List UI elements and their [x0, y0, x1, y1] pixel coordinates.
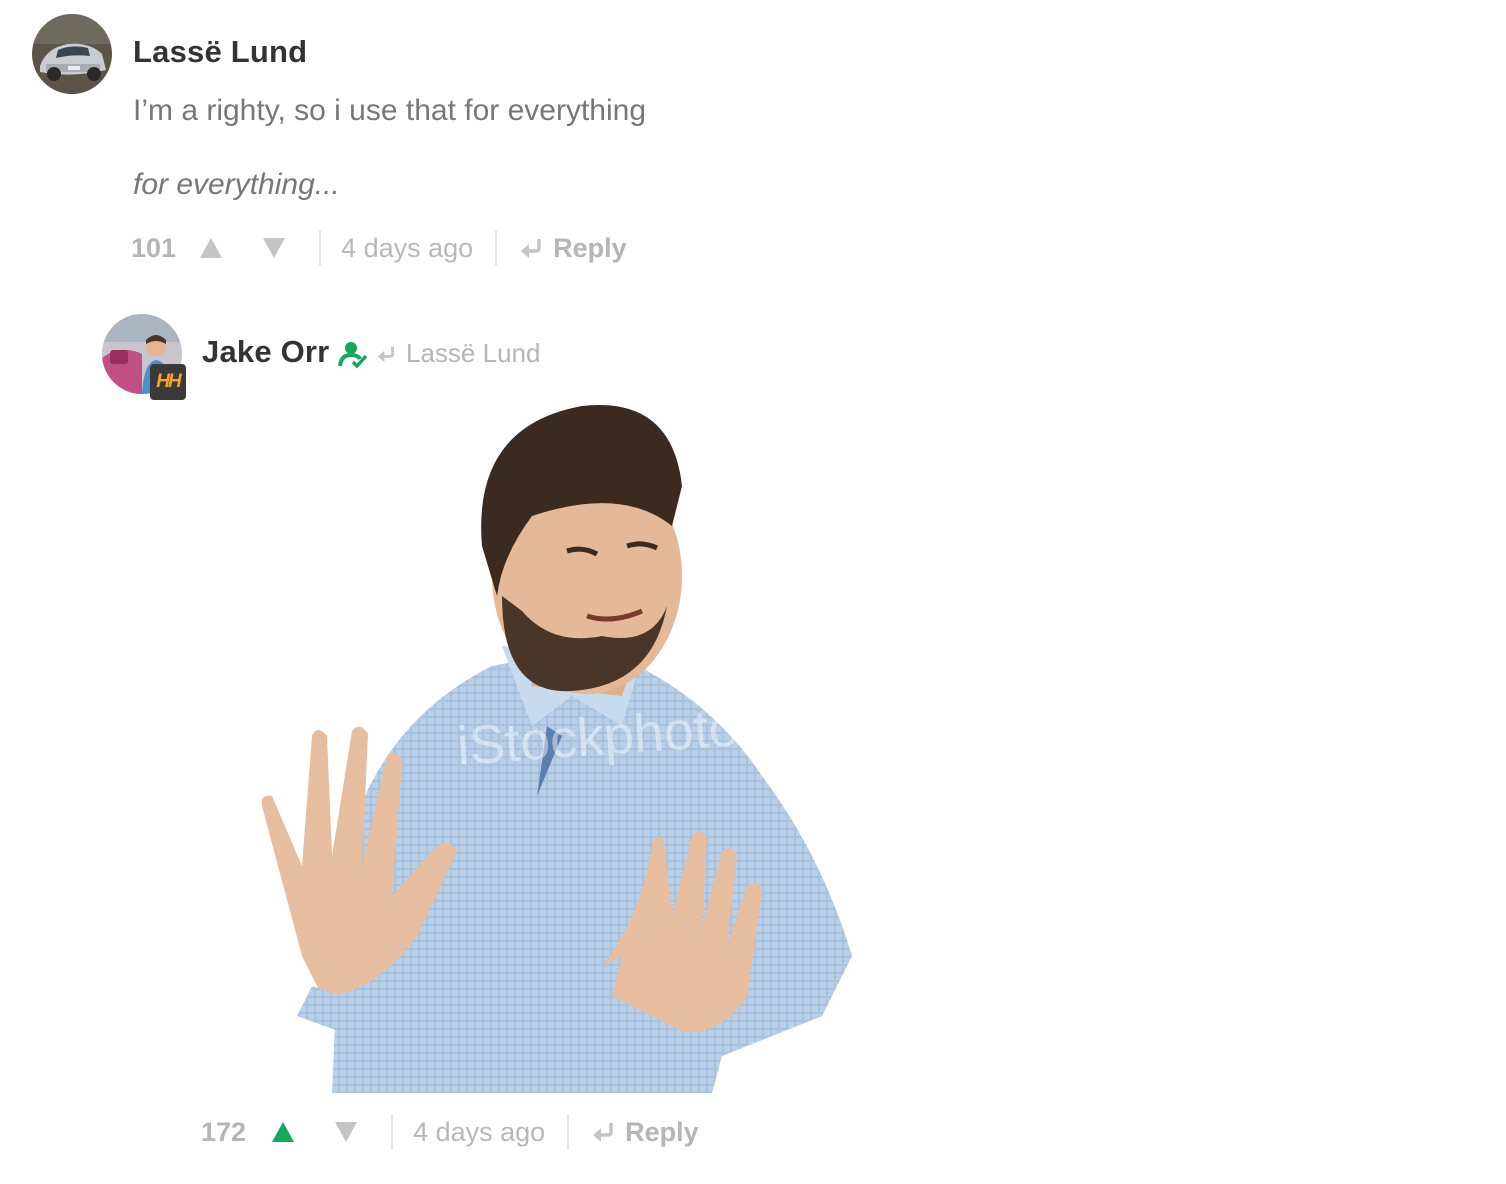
comment-image[interactable]: iStockphoto: [202, 396, 902, 1096]
reply-button[interactable]: Reply: [519, 233, 627, 264]
badge-hh-icon: HH: [150, 364, 186, 400]
upvote-icon: [272, 1122, 295, 1142]
reply-to-name: Lassë Lund: [406, 338, 541, 368]
upvote-button[interactable]: [196, 228, 226, 268]
reply-arrow-icon: [521, 239, 541, 258]
downvote-button[interactable]: [259, 228, 289, 268]
verified-user-icon: [338, 342, 368, 369]
timestamp[interactable]: 4 days ago: [413, 1117, 545, 1148]
meta-divider: [495, 230, 498, 266]
reply-label: Reply: [625, 1116, 699, 1147]
reply-arrow-icon: [593, 1123, 613, 1142]
reply-arrow-icon: [377, 346, 394, 362]
reply-button[interactable]: Reply: [591, 1117, 699, 1148]
badge-text: HH: [156, 371, 181, 392]
meta-divider: [319, 230, 322, 266]
stock-photo-man-image: iStockphoto: [261, 405, 852, 1093]
author-name[interactable]: Jake Orr: [202, 334, 329, 370]
downvote-button[interactable]: [331, 1112, 361, 1152]
comment-meta: 172 4 days ago Reply: [201, 1112, 699, 1152]
upvote-button[interactable]: [268, 1112, 298, 1152]
meta-divider: [391, 1114, 394, 1150]
reply-to[interactable]: Lassë Lund: [376, 338, 540, 369]
downvote-icon: [335, 1122, 358, 1142]
comment-text: I’m a righty, so i use that for everythi…: [133, 94, 647, 127]
vote-count: 101: [131, 232, 177, 263]
reply-label: Reply: [553, 232, 627, 263]
avatar-car-image: [32, 14, 112, 94]
meta-divider: [567, 1114, 570, 1150]
downvote-icon: [263, 238, 286, 258]
timestamp[interactable]: 4 days ago: [341, 233, 473, 264]
avatar-lasse-lund[interactable]: [32, 14, 112, 94]
comment-italic-text: for everything...: [133, 168, 340, 201]
vote-count: 172: [201, 1116, 247, 1147]
comment-meta: 101 4 days ago Reply: [131, 228, 627, 268]
author-name[interactable]: Lassë Lund: [133, 34, 307, 70]
upvote-icon: [200, 238, 223, 258]
